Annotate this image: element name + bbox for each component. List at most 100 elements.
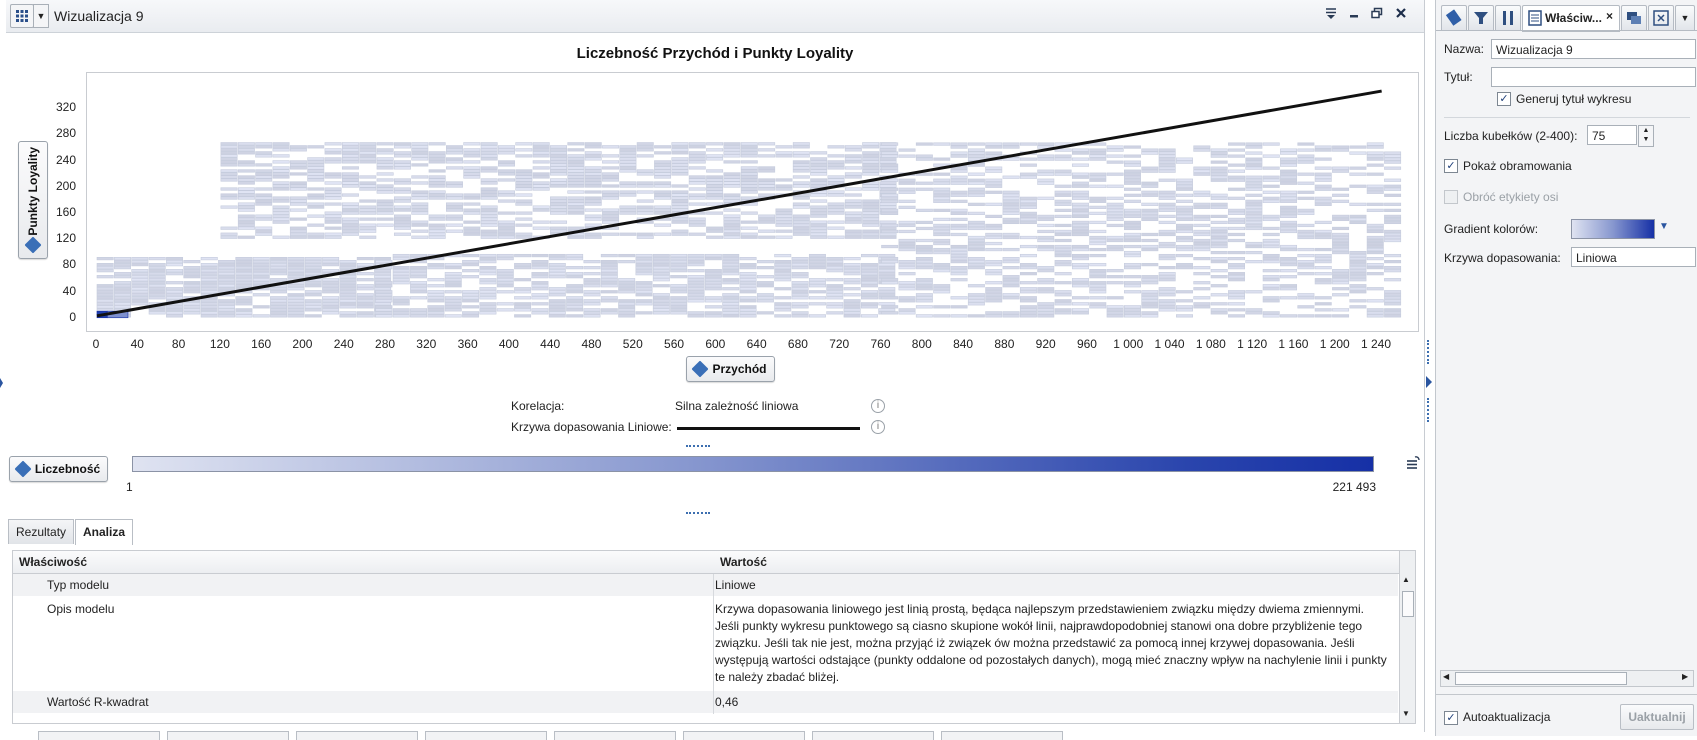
heatmap-bin — [1314, 272, 1332, 276]
info-icon[interactable]: i — [871, 420, 885, 434]
generate-title-checkbox[interactable]: ✓ — [1497, 92, 1511, 106]
heatmap-bin — [444, 314, 462, 318]
heatmap-bin — [1228, 196, 1245, 200]
close-icon[interactable] — [1392, 6, 1410, 24]
heatmap-bin — [498, 220, 515, 224]
heatmap-bin — [514, 266, 532, 270]
legend-options-icon[interactable] — [1406, 456, 1420, 473]
table-row[interactable]: Typ modelu Liniowe — [13, 574, 1398, 596]
heatmap-bin — [444, 305, 462, 309]
heatmap-bin — [566, 308, 584, 312]
heatmap-bin — [1262, 175, 1280, 179]
tab-analiza[interactable]: Analiza — [75, 519, 134, 545]
restore-icon[interactable] — [1368, 6, 1386, 24]
filter-tab[interactable] — [1468, 5, 1494, 31]
minimize-icon[interactable] — [1345, 6, 1363, 24]
heatmap-bin — [792, 217, 810, 221]
heatmap-plot-area[interactable] — [86, 72, 1419, 332]
left-splitter-icon[interactable] — [0, 378, 3, 388]
table-scrollbar[interactable]: ▲ ▼ — [1399, 551, 1415, 723]
stepper-arrows-icon[interactable]: ▲ ▼ — [1638, 125, 1654, 147]
info-icon[interactable]: i — [871, 399, 885, 413]
table-row[interactable]: Opis modelu Krzywa dopasowania liniowego… — [13, 596, 1398, 691]
sort-icon[interactable] — [1322, 6, 1340, 24]
heatmap-bin — [1210, 232, 1228, 237]
heatmap-bin — [652, 253, 670, 258]
heatmap-bin — [567, 178, 585, 182]
heatmap-bin — [1228, 308, 1245, 312]
heatmap-bin — [235, 311, 253, 315]
heatmap-bin — [898, 154, 916, 158]
heatmap-bin — [1193, 214, 1211, 219]
heatmap-bin — [881, 169, 899, 173]
heatmap-bin — [810, 160, 828, 164]
heatmap-bin — [376, 172, 394, 176]
heatmap-bin — [758, 148, 776, 152]
heatmap-bin — [881, 281, 899, 285]
heatmap-bin — [498, 163, 515, 167]
heatmap-bin — [235, 284, 253, 288]
scrollbar-thumb[interactable] — [1455, 672, 1627, 685]
resize-grip[interactable] — [686, 512, 710, 517]
bins-stepper[interactable]: 75 — [1587, 125, 1637, 145]
auto-update-checkbox[interactable]: ✓ — [1444, 711, 1458, 725]
ranks-tab[interactable] — [1495, 5, 1521, 31]
heatmap-bin — [775, 211, 793, 215]
tab-properties[interactable]: Właściw... × — [1522, 5, 1620, 32]
color-gradient-picker[interactable] — [1571, 219, 1655, 239]
update-button[interactable]: Uaktualnij — [1620, 704, 1694, 730]
heatmap-bin — [1210, 175, 1228, 179]
heatmap-bin — [1332, 145, 1350, 149]
legend-measure-button[interactable]: Liczebność — [9, 456, 108, 482]
heatmap-bin — [739, 256, 757, 261]
fit-curve-select[interactable]: Liniowa — [1571, 247, 1696, 267]
chevron-down-icon[interactable]: ▼ — [1659, 221, 1669, 232]
scroll-right-icon[interactable]: ▶ — [1682, 672, 1688, 681]
heatmap-bin — [602, 172, 620, 176]
heatmap-bin — [480, 208, 498, 212]
scroll-left-icon[interactable]: ◀ — [1443, 672, 1449, 681]
x-axis-button[interactable]: Przychód — [686, 356, 775, 382]
heatmap-bin — [411, 175, 429, 179]
heatmap-bin — [967, 299, 985, 303]
scrollbar-thumb[interactable] — [1402, 591, 1414, 617]
heatmap-bin — [1262, 232, 1280, 237]
heatmap-bin — [148, 266, 166, 270]
show-borders-checkbox[interactable]: ✓ — [1444, 159, 1458, 173]
heatmap-bin — [322, 290, 340, 294]
heatmap-bin — [881, 187, 899, 191]
scroll-down-icon[interactable]: ▼ — [1402, 709, 1410, 718]
heatmap-bin — [287, 263, 305, 267]
resize-grip[interactable] — [686, 445, 710, 450]
heatmap-bin — [1019, 163, 1037, 167]
title-input[interactable] — [1491, 67, 1696, 87]
heatmap-bin — [498, 223, 515, 227]
comments-tab[interactable] — [1621, 5, 1647, 31]
roles-tab[interactable] — [1441, 5, 1467, 31]
heatmap-bin — [270, 305, 288, 309]
heatmap-bin — [446, 145, 463, 149]
heatmap-bin — [827, 163, 845, 167]
close-tab-icon[interactable]: × — [1606, 9, 1613, 23]
heatmap-bin — [583, 260, 601, 264]
chevron-down-icon[interactable]: ▼ — [1675, 5, 1695, 31]
scroll-up-icon[interactable]: ▲ — [1402, 575, 1410, 584]
tab-rezultaty[interactable]: Rezultaty — [8, 519, 75, 544]
export-tab[interactable] — [1648, 5, 1674, 31]
heatmap-bin — [898, 284, 916, 288]
heatmap-bin — [287, 284, 305, 288]
heatmap-bin — [200, 278, 218, 282]
heatmap-bin — [427, 311, 445, 315]
panel-splitter[interactable] — [1424, 340, 1434, 422]
heatmap-bin — [619, 154, 637, 158]
heatmap-bin — [862, 160, 880, 164]
grid-menu-icon[interactable] — [10, 4, 34, 28]
heatmap-bin — [1384, 238, 1402, 243]
table-row[interactable]: Wartość R-kwadrat 0,46 — [13, 691, 1398, 713]
side-scrollbar[interactable]: ◀ ▶ — [1440, 670, 1694, 687]
heatmap-bin — [654, 223, 672, 227]
rotate-labels-checkbox[interactable] — [1444, 190, 1458, 204]
chevron-down-icon[interactable]: ▼ — [33, 4, 49, 28]
heatmap-bin — [307, 172, 325, 176]
name-input[interactable]: Wizualizacja 9 — [1491, 39, 1696, 59]
